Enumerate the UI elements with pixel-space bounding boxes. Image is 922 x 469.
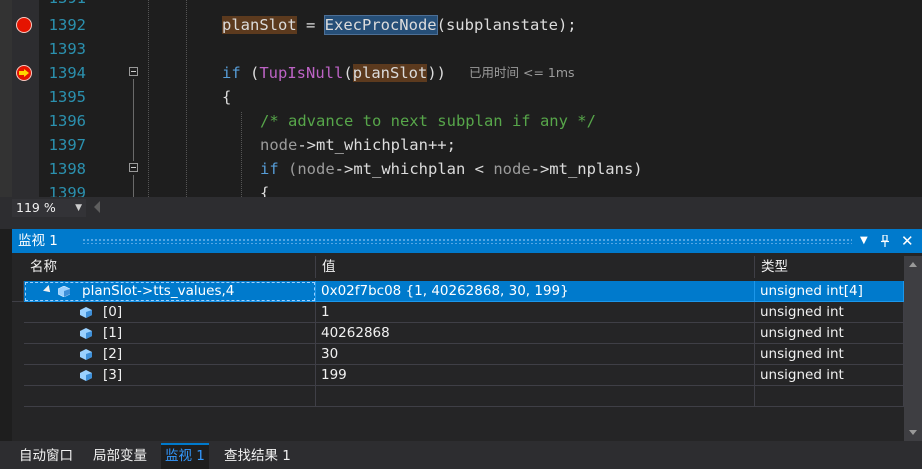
watch-type-cell: unsigned int <box>755 365 904 386</box>
expand-collapse-icon[interactable] <box>43 285 53 295</box>
current-statement-arrow-icon <box>19 69 29 77</box>
zoom-level: 119 % <box>16 200 56 215</box>
code-line: 1392 planSlot = ExecProcNode(subplanstat… <box>0 13 922 37</box>
chevron-down-icon: ▼ <box>75 203 82 213</box>
watch-value-cell[interactable]: 40262868 <box>316 323 755 344</box>
pin-icon[interactable] <box>880 229 890 253</box>
watch-name-cell[interactable]: [1] <box>24 323 316 344</box>
watch-row[interactable]: [1] 40262868 unsigned int <box>12 323 904 344</box>
code-line: 1397 node->mt_whichplan++; <box>0 133 922 157</box>
code-line: 1394 if (TupIsNull(planSlot)) 已用时间 <= 1m… <box>0 61 922 85</box>
tab-autos[interactable]: 自动窗口 <box>15 445 77 467</box>
splitter[interactable] <box>0 219 922 229</box>
breakpoint-icon[interactable] <box>16 17 32 33</box>
variable-icon <box>80 328 92 339</box>
line-number: 1393 <box>48 40 86 58</box>
line-number: 1398 <box>48 160 86 178</box>
watch-name-cell[interactable]: [3] <box>24 365 316 386</box>
watch-value-cell[interactable]: 199 <box>316 365 755 386</box>
scroll-down-icon[interactable] <box>909 430 917 435</box>
breakpoint-current-icon[interactable] <box>16 65 32 81</box>
watch-value-cell[interactable]: 1 <box>316 302 755 323</box>
line-number: 1392 <box>48 16 86 34</box>
watch-type-cell: unsigned int[4] <box>755 281 904 302</box>
watch-row[interactable]: [2] 30 unsigned int <box>12 344 904 365</box>
collapse-icon[interactable] <box>129 163 138 172</box>
watch-add-row[interactable] <box>12 386 904 407</box>
variable-icon <box>58 286 70 297</box>
line-number: 1395 <box>48 88 86 106</box>
column-header-type[interactable]: 类型 <box>755 256 904 278</box>
watch-name-cell[interactable]: planSlot->tts_values,4 <box>24 281 316 302</box>
scroll-up-icon[interactable] <box>909 262 917 267</box>
watch-window-title: 监视 1 <box>18 233 58 249</box>
close-icon[interactable]: ✕ <box>901 229 914 253</box>
watch-type-cell: unsigned int <box>755 344 904 365</box>
code-text: { <box>260 184 270 197</box>
watch-type-cell: unsigned int <box>755 323 904 344</box>
watch-grid-header: 名称 值 类型 <box>12 256 904 278</box>
line-number: 1399 <box>48 184 86 197</box>
variable-icon <box>80 349 92 360</box>
variable-icon <box>80 307 92 318</box>
line-number: 1391 <box>40 0 86 10</box>
watch-type-cell: unsigned int <box>755 302 904 323</box>
line-number: 1394 <box>48 64 86 82</box>
tool-window-tabs: 自动窗口 局部变量 监视 1 查找结果 1 <box>0 441 922 469</box>
watch-name-cell-empty[interactable] <box>24 386 316 407</box>
row-gutter <box>12 281 24 302</box>
grip-dots <box>82 238 852 244</box>
watch-row[interactable]: [0] 1 unsigned int <box>12 302 904 323</box>
line-number: 1396 <box>48 112 86 130</box>
vertical-scrollbar[interactable] <box>904 256 922 441</box>
watch-name-cell[interactable]: [0] <box>24 302 316 323</box>
editor-status-strip: 119 % ▼ <box>0 197 922 219</box>
code-line: 1399 { <box>0 181 922 197</box>
watch-window-titlebar[interactable]: 监视 1 ▼ ✕ <box>12 229 922 253</box>
watch-value-cell[interactable]: 0x02f7bc08 {1, 40262868, 30, 199} <box>316 281 755 302</box>
code-line: 1398 if (node->mt_whichplan < node->mt_n… <box>0 157 922 181</box>
zoom-dropdown[interactable]: 119 % ▼ <box>12 199 86 217</box>
code-editor[interactable]: 1391 1392 planSlot = ExecProcNode(subpla… <box>0 0 922 197</box>
collapse-icon[interactable] <box>129 67 138 76</box>
tab-locals[interactable]: 局部变量 <box>89 445 151 467</box>
column-header-value[interactable]: 值 <box>316 256 755 278</box>
watch-name-cell[interactable]: [2] <box>24 344 316 365</box>
watch-row[interactable]: planSlot->tts_values,4 0x02f7bc08 {1, 40… <box>12 281 904 302</box>
column-header-name[interactable]: 名称 <box>24 256 316 278</box>
code-line: 1395 { <box>0 85 922 109</box>
watch-row[interactable]: [3] 199 unsigned int <box>12 365 904 386</box>
code-comment: /* advance to next subplan if any */ <box>260 112 596 130</box>
code-line: 1393 <box>0 37 922 61</box>
code-line: 1396 /* advance to next subplan if any *… <box>0 109 922 133</box>
perf-tip-elapsed[interactable]: 已用时间 <= 1ms <box>469 61 575 85</box>
code-line: 1391 <box>0 0 922 10</box>
watch-value-cell-empty <box>316 386 755 407</box>
watch-value-cell[interactable]: 30 <box>316 344 755 365</box>
variable-icon <box>80 370 92 381</box>
code-text: planSlot = ExecProcNode(subplanstate); <box>222 15 577 35</box>
tab-watch-1[interactable]: 监视 1 <box>161 443 209 469</box>
scroll-left-icon[interactable] <box>94 201 100 213</box>
line-number: 1397 <box>48 136 86 154</box>
tab-find-results-1[interactable]: 查找结果 1 <box>220 445 295 467</box>
code-text: if (node->mt_whichplan < node->mt_nplans… <box>260 160 643 178</box>
code-text: node->mt_whichplan++; <box>260 136 456 154</box>
window-menu-dropdown-icon[interactable]: ▼ <box>860 229 868 253</box>
watch-type-cell-empty <box>755 386 904 407</box>
code-text: { <box>222 88 232 106</box>
code-text: if (TupIsNull(planSlot)) <box>222 64 447 82</box>
